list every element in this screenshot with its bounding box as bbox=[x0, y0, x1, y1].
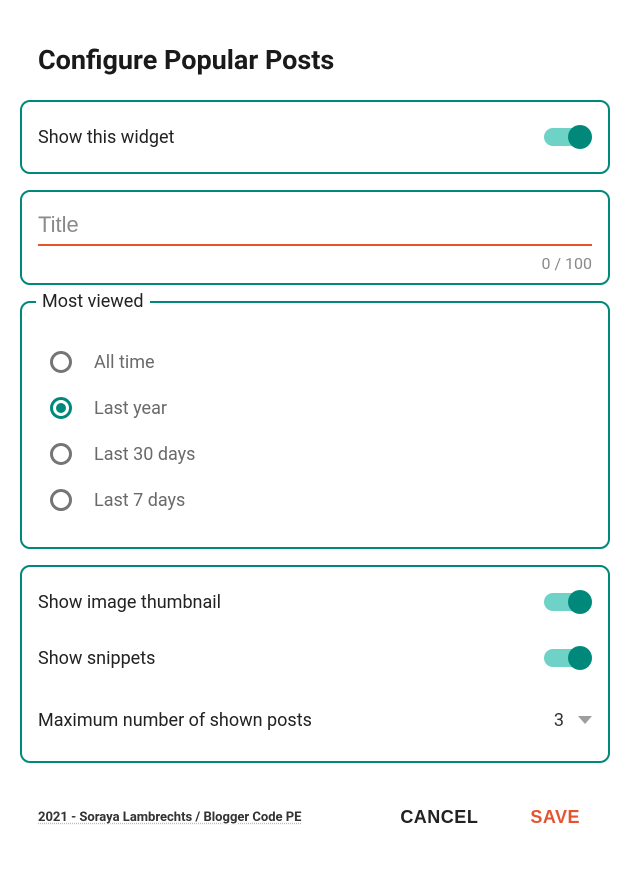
most-viewed-legend: Most viewed bbox=[36, 291, 150, 312]
radio-row[interactable]: Last year bbox=[50, 385, 580, 431]
panel-title: 0 / 100 bbox=[20, 190, 610, 285]
snippets-label: Show snippets bbox=[38, 648, 155, 669]
switch-thumb bbox=[568, 125, 592, 149]
radio-icon bbox=[50, 489, 72, 511]
radio-label: Last 7 days bbox=[94, 490, 185, 511]
radio-label: All time bbox=[94, 352, 155, 373]
max-posts-value: 3 bbox=[554, 710, 564, 731]
show-widget-toggle[interactable] bbox=[544, 125, 592, 149]
show-widget-label: Show this widget bbox=[38, 127, 174, 148]
most-viewed-radio-group: All time Last year Last 30 days Last 7 d… bbox=[50, 339, 580, 523]
cancel-button[interactable]: CANCEL bbox=[394, 799, 484, 836]
title-char-counter: 0 / 100 bbox=[38, 254, 592, 273]
max-posts-select[interactable]: 3 bbox=[554, 710, 592, 731]
radio-icon bbox=[50, 351, 72, 373]
radio-label: Last 30 days bbox=[94, 444, 195, 465]
panel-show-widget: Show this widget bbox=[20, 100, 610, 174]
dialog-footer: 2021 - Soraya Lambrechts / Blogger Code … bbox=[20, 779, 610, 836]
title-input[interactable] bbox=[38, 202, 592, 246]
switch-thumb bbox=[568, 590, 592, 614]
snippets-toggle[interactable] bbox=[544, 646, 592, 670]
switch-thumb bbox=[568, 646, 592, 670]
thumbnail-toggle[interactable] bbox=[544, 590, 592, 614]
radio-row[interactable]: All time bbox=[50, 339, 580, 385]
radio-row[interactable]: Last 7 days bbox=[50, 477, 580, 523]
radio-icon bbox=[50, 443, 72, 465]
radio-label: Last year bbox=[94, 398, 167, 419]
dialog-title: Configure Popular Posts bbox=[38, 44, 610, 76]
thumbnail-label: Show image thumbnail bbox=[38, 592, 221, 613]
footer-credits: 2021 - Soraya Lambrechts / Blogger Code … bbox=[38, 810, 302, 825]
panel-display-options: Show image thumbnail Show snippets Maxim… bbox=[20, 565, 610, 763]
save-button[interactable]: SAVE bbox=[524, 799, 586, 836]
radio-icon bbox=[50, 397, 72, 419]
panel-most-viewed: Most viewed All time Last year Last 30 d… bbox=[20, 301, 610, 549]
radio-row[interactable]: Last 30 days bbox=[50, 431, 580, 477]
max-posts-label: Maximum number of shown posts bbox=[38, 710, 312, 731]
chevron-down-icon bbox=[578, 716, 592, 724]
